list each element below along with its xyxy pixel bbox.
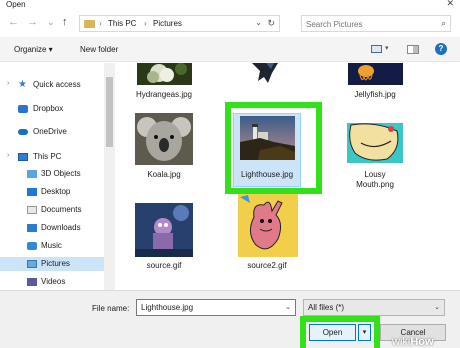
breadcrumb-pictures[interactable]: Pictures bbox=[153, 19, 182, 28]
desktop-icon bbox=[27, 188, 37, 196]
chevron-down-icon[interactable]: ⌄ bbox=[255, 18, 262, 27]
cube-icon bbox=[27, 170, 37, 178]
sidebar-item-label: Downloads bbox=[41, 223, 81, 232]
thumbnail bbox=[135, 203, 193, 257]
thumbnail bbox=[238, 193, 298, 257]
sidebar-scrollbar[interactable] bbox=[104, 63, 115, 290]
breadcrumb-separator: › bbox=[99, 19, 102, 28]
sidebar-item-documents[interactable]: Documents bbox=[0, 203, 104, 217]
file-type-select[interactable]: All files (*) ⌄ bbox=[303, 299, 445, 316]
sidebar-item-dropbox[interactable]: Dropbox bbox=[0, 102, 104, 116]
navigation-pane: › ★ Quick access Dropbox OneDrive › This… bbox=[0, 63, 104, 290]
view-options-icon[interactable] bbox=[371, 45, 382, 53]
sidebar-item-quick-access[interactable]: › ★ Quick access bbox=[0, 78, 104, 92]
sidebar-item-this-pc[interactable]: › This PC bbox=[0, 150, 104, 164]
thumbnail bbox=[135, 113, 193, 165]
thumbnail bbox=[137, 63, 192, 85]
documents-icon bbox=[27, 206, 37, 214]
recent-locations-icon[interactable]: ⌄ bbox=[47, 16, 55, 28]
expand-icon[interactable]: › bbox=[7, 80, 9, 87]
file-item-hydrangeas[interactable]: Hydrangeas.jpg bbox=[129, 63, 199, 107]
sidebar-item-label: Documents bbox=[41, 205, 82, 214]
file-name-label: File name: bbox=[92, 304, 130, 313]
sidebar-item-label: Dropbox bbox=[33, 104, 64, 113]
dropbox-icon bbox=[18, 105, 28, 113]
videos-icon bbox=[27, 278, 37, 286]
file-item-source2-gif[interactable]: source2.gif bbox=[230, 193, 304, 283]
file-item-jellyfish[interactable]: Jellyfish.jpg bbox=[340, 63, 410, 107]
file-name: Lousy Mouth.png bbox=[356, 170, 394, 189]
thumbnail bbox=[347, 123, 403, 163]
file-type-value: All files (*) bbox=[308, 303, 345, 312]
breadcrumb-this-pc[interactable]: This PC bbox=[108, 19, 136, 28]
sidebar-item-label: OneDrive bbox=[33, 127, 67, 136]
scrollbar-thumb[interactable] bbox=[106, 77, 113, 147]
command-toolbar: Organize ▾ New folder ▾ ? bbox=[0, 37, 460, 62]
sidebar-item-3d-objects[interactable]: 3D Objects bbox=[0, 167, 104, 181]
sidebar-item-label: Videos bbox=[41, 277, 66, 286]
thumbnail bbox=[238, 63, 293, 85]
highlight-box bbox=[225, 102, 322, 194]
organize-button[interactable]: Organize ▾ bbox=[14, 45, 53, 54]
chevron-down-icon[interactable]: ⌄ bbox=[285, 303, 291, 311]
search-box[interactable]: ⌕ bbox=[301, 15, 451, 32]
close-icon[interactable]: ✕ bbox=[446, 0, 454, 9]
sidebar-item-label: This PC bbox=[33, 152, 62, 161]
expand-icon[interactable]: › bbox=[7, 152, 9, 159]
up-arrow-icon[interactable]: ↑ bbox=[62, 16, 68, 28]
file-item-source-gif[interactable]: source.gif bbox=[129, 203, 199, 283]
cloud-icon bbox=[18, 129, 28, 135]
watermark-wiki: wiki bbox=[392, 336, 411, 348]
back-arrow-icon[interactable]: ← bbox=[8, 16, 19, 28]
sidebar-item-onedrive[interactable]: OneDrive bbox=[0, 125, 104, 139]
sidebar-item-label: Pictures bbox=[41, 259, 70, 268]
window-title: Open bbox=[6, 0, 26, 9]
sidebar-item-label: Music bbox=[41, 241, 62, 250]
file-item-koala[interactable]: Koala.jpg bbox=[129, 113, 199, 185]
wikihow-watermark: wikiHow bbox=[392, 336, 460, 348]
file-name: source2.gif bbox=[247, 261, 287, 270]
chevron-down-icon[interactable]: ⌄ bbox=[434, 303, 440, 311]
address-bar[interactable]: › This PC › Pictures ⌄ ↻ bbox=[79, 15, 280, 32]
navigation-bar: ← → ⌄ ↑ › This PC › Pictures ⌄ ↻ ⌕ bbox=[0, 12, 460, 34]
watermark-how: How bbox=[410, 336, 434, 348]
highlight-box bbox=[300, 316, 380, 348]
forward-arrow-icon[interactable]: → bbox=[27, 16, 38, 28]
chevron-down-icon[interactable]: ▾ bbox=[385, 44, 389, 52]
sidebar-item-music[interactable]: Music bbox=[0, 239, 104, 253]
sidebar-item-label: 3D Objects bbox=[41, 169, 81, 178]
breadcrumb-separator: › bbox=[144, 19, 147, 28]
downloads-icon bbox=[27, 224, 37, 232]
search-input[interactable] bbox=[306, 18, 434, 30]
title-bar: Open ✕ bbox=[0, 0, 460, 10]
sidebar-item-label: Quick access bbox=[33, 80, 81, 89]
file-item-lousy-mouth[interactable]: Lousy Mouth.png bbox=[340, 113, 410, 189]
file-name: source.gif bbox=[146, 261, 182, 270]
sidebar-item-label: Desktop bbox=[41, 187, 71, 196]
file-name: Jellyfish.jpg bbox=[354, 90, 396, 99]
folder-icon bbox=[84, 20, 95, 28]
preview-pane-icon[interactable] bbox=[407, 45, 419, 54]
file-item-partial[interactable] bbox=[230, 63, 300, 107]
sidebar-item-desktop[interactable]: Desktop bbox=[0, 185, 104, 199]
sidebar-item-videos[interactable]: Videos bbox=[0, 275, 104, 289]
dialog-footer: File name: Lighthouse.jpg ⌄ All files (*… bbox=[0, 290, 460, 348]
star-icon: ★ bbox=[18, 79, 27, 90]
sidebar-item-pictures[interactable]: Pictures bbox=[0, 257, 104, 271]
computer-icon bbox=[18, 153, 28, 161]
music-icon bbox=[27, 242, 37, 250]
thumbnail bbox=[348, 63, 403, 85]
pictures-icon bbox=[27, 260, 37, 268]
search-icon[interactable]: ⌕ bbox=[441, 18, 446, 29]
help-icon[interactable]: ? bbox=[435, 43, 447, 55]
file-name-field[interactable]: Lighthouse.jpg ⌄ bbox=[136, 299, 296, 316]
file-name: Koala.jpg bbox=[147, 170, 181, 179]
sidebar-item-downloads[interactable]: Downloads bbox=[0, 221, 104, 235]
new-folder-button[interactable]: New folder bbox=[80, 45, 118, 54]
file-name-value: Lighthouse.jpg bbox=[141, 303, 194, 312]
file-name: Hydrangeas.jpg bbox=[135, 90, 193, 99]
refresh-icon[interactable]: ↻ bbox=[267, 18, 275, 29]
